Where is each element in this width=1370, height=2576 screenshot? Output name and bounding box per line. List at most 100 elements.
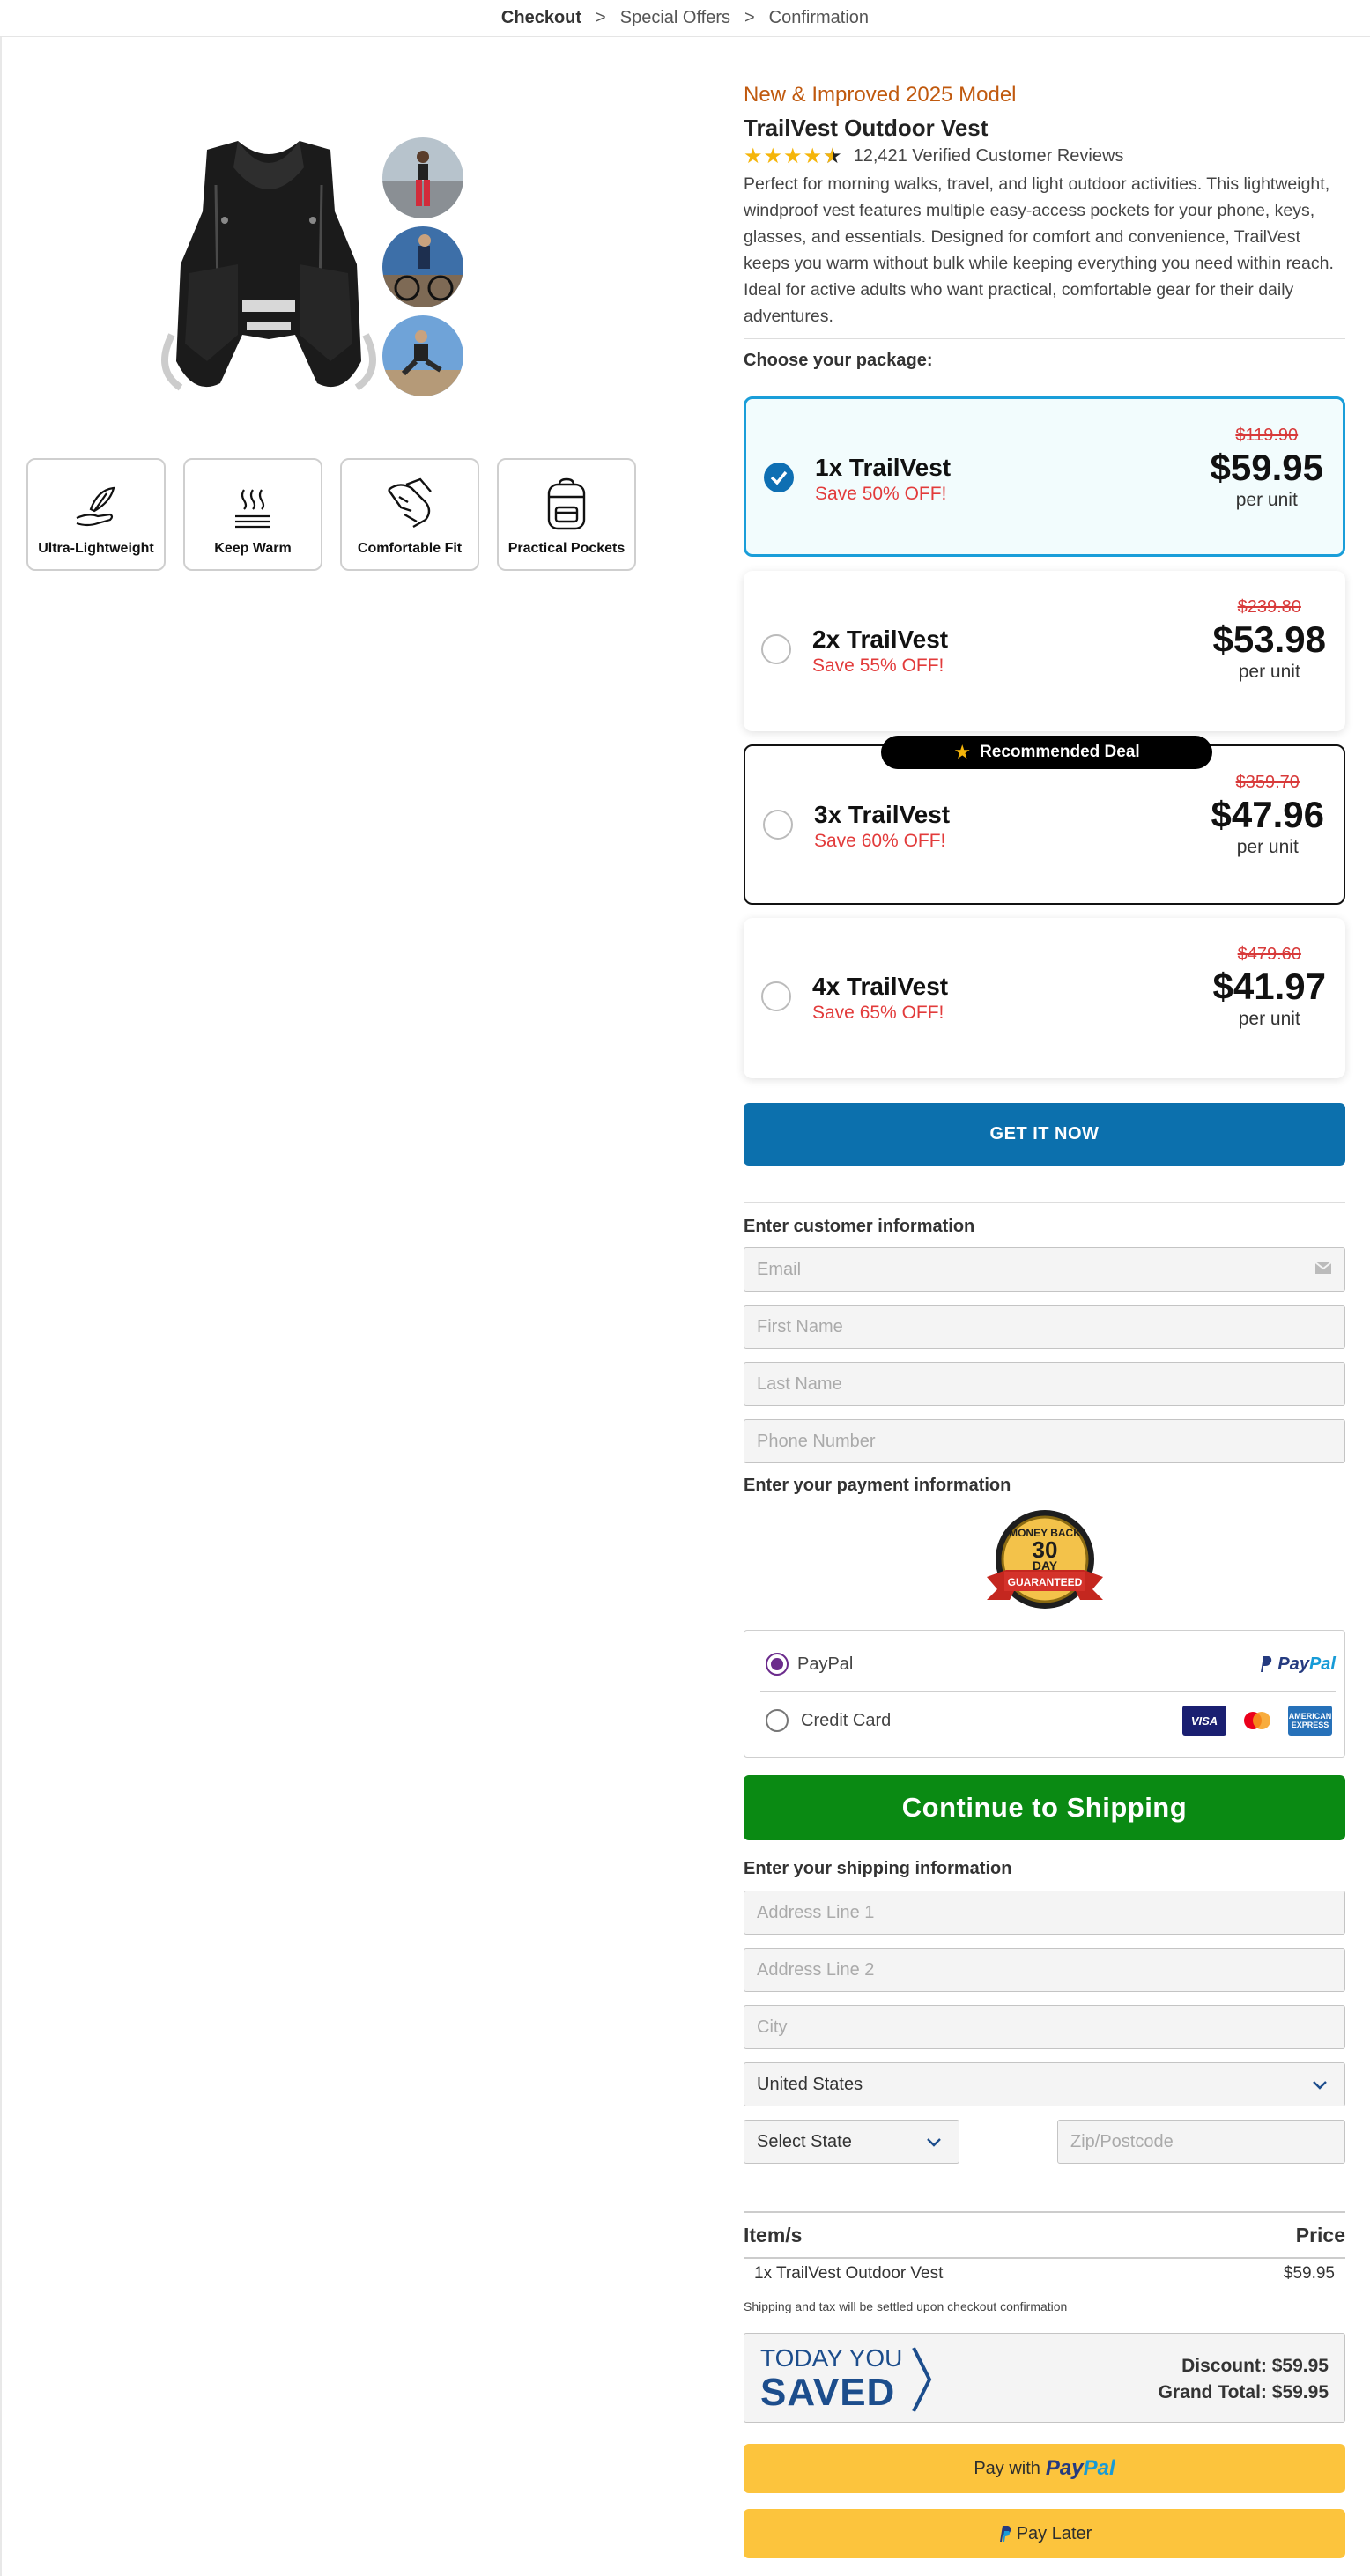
paypal-logo-pal: Pal [1083, 2456, 1115, 2480]
pay-later-label: Pay Later [1016, 2523, 1092, 2543]
product-title: TrailVest Outdoor Vest [744, 115, 989, 141]
breadcrumb: Checkout > Special Offers > Confirmation [0, 0, 1370, 37]
breadcrumb-separator: > [744, 8, 755, 27]
product-image[interactable] [154, 132, 383, 405]
breadcrumb-separator: > [596, 8, 606, 27]
review-count[interactable]: 12,421 Verified Customer Reviews [854, 146, 1124, 167]
address-line-1-field[interactable]: Address Line 1 [744, 1891, 1345, 1935]
recommended-label: Recommended Deal [980, 743, 1140, 761]
package-option-3x[interactable]: ★ Recommended Deal 3x TrailVest Save 60%… [744, 736, 1345, 905]
phone-field[interactable]: Phone Number [744, 1419, 1345, 1463]
paypal-logo-pal: Pal [1308, 1654, 1336, 1674]
first-name-field[interactable]: First Name [744, 1305, 1345, 1349]
breadcrumb-confirmation[interactable]: Confirmation [769, 8, 869, 28]
package-radio[interactable] [763, 810, 793, 840]
package-radio-checked[interactable] [764, 463, 794, 492]
city-placeholder: City [757, 2017, 788, 2037]
email-field[interactable]: Email [744, 1247, 1345, 1292]
pay-with-paypal-button[interactable]: Pay with PayPal [744, 2444, 1345, 2493]
payment-option-paypal[interactable]: PayPal PayPal [744, 1636, 1344, 1692]
package-option-2x[interactable]: 2x TrailVest Save 55% OFF! $239.80 $53.9… [744, 571, 1345, 731]
mail-icon [1314, 1262, 1332, 1274]
package-savings: Save 60% OFF! [814, 831, 946, 851]
feature-label: Ultra-Lightweight [38, 541, 154, 556]
grand-total-value: Grand Total: $59.95 [1158, 2382, 1329, 2402]
city-field[interactable]: City [744, 2005, 1345, 2049]
package-old-price: $359.70 [1235, 773, 1300, 792]
continue-to-shipping-button[interactable]: Continue to Shipping [744, 1775, 1345, 1840]
payment-info-heading: Enter your payment information [744, 1476, 1011, 1495]
feature-comfortable-fit: Comfortable Fit [340, 458, 479, 571]
order-summary-header: Item/s Price [744, 2211, 1345, 2259]
package-old-price: $479.60 [1237, 944, 1301, 964]
first-name-placeholder: First Name [757, 1316, 843, 1336]
credit-card-radio[interactable] [766, 1709, 789, 1732]
package-radio[interactable] [761, 634, 791, 664]
package-option-4x[interactable]: 4x TrailVest Save 65% OFF! $479.60 $41.9… [744, 918, 1345, 1078]
package-name: 3x TrailVest [814, 801, 951, 828]
package-option-1x[interactable]: 1x TrailVest Save 50% OFF! $119.90 $59.9… [744, 396, 1345, 557]
paypal-logo: PayPal [1258, 1654, 1336, 1675]
feature-ultra-lightweight: Ultra-Lightweight [26, 458, 166, 571]
country-select[interactable]: United States [744, 2062, 1345, 2106]
credit-card-label: Credit Card [801, 1710, 892, 1730]
package-radio[interactable] [761, 981, 791, 1011]
pay-with-label: Pay with [974, 2458, 1040, 2478]
package-savings: Save 55% OFF! [812, 655, 944, 676]
checkmark-icon [770, 470, 788, 485]
chevron-right-icon [912, 2347, 932, 2412]
state-value: Select State [757, 2131, 852, 2151]
package-name: 2x TrailVest [812, 625, 949, 653]
line-item-name: 1x TrailVest Outdoor Vest [754, 2264, 944, 2283]
zip-field[interactable]: Zip/Postcode [1057, 2120, 1345, 2164]
package-savings: Save 65% OFF! [812, 1003, 944, 1023]
customer-info-heading: Enter customer information [744, 1217, 975, 1236]
divider [744, 1202, 1345, 1203]
package-price: $53.98 [1212, 618, 1326, 660]
product-thumbnail-jumper[interactable] [382, 315, 463, 396]
feature-practical-pockets: Practical Pockets [497, 458, 636, 571]
star-icon: ★ [953, 741, 972, 763]
email-placeholder: Email [757, 1259, 802, 1279]
product-thumbnail-cyclist[interactable] [382, 226, 463, 307]
product-thumbnail-runner[interactable] [382, 137, 463, 218]
get-it-now-button[interactable]: GET IT NOW [744, 1103, 1345, 1166]
package-price: $59.95 [1210, 447, 1323, 488]
feature-label: Practical Pockets [507, 541, 626, 556]
last-name-field[interactable]: Last Name [744, 1362, 1345, 1406]
address-line-2-field[interactable]: Address Line 2 [744, 1948, 1345, 1992]
arm-flex-icon [388, 477, 432, 529]
order-line-item: 1x TrailVest Outdoor Vest $59.95 [744, 2264, 1345, 2284]
package-unit: per unit [1235, 490, 1298, 510]
package-name: 1x TrailVest [815, 454, 952, 481]
guarantee-ribbon-text: GUARANTEED [1008, 1576, 1083, 1588]
feature-keep-warm: Keep Warm [183, 458, 322, 571]
amex-icon: AMERICAN EXPRESS [1288, 1706, 1332, 1736]
package-price: $41.97 [1212, 966, 1326, 1007]
breadcrumb-special-offers[interactable]: Special Offers [620, 8, 730, 28]
state-select[interactable]: Select State [744, 2120, 959, 2164]
breadcrumb-checkout[interactable]: Checkout [501, 8, 581, 28]
paypal-pay-later-button[interactable]: Pay Later [744, 2509, 1345, 2558]
package-heading: Choose your package: [744, 351, 933, 370]
star-rating-icon: ★★★★★★ [744, 144, 843, 168]
new-model-badge: New & Improved 2025 Model [744, 83, 1017, 107]
paypal-label: PayPal [797, 1654, 854, 1674]
paypal-icon [999, 2526, 1011, 2542]
package-old-price: $239.80 [1237, 597, 1301, 617]
zip-placeholder: Zip/Postcode [1070, 2131, 1174, 2151]
paypal-radio[interactable] [766, 1653, 789, 1676]
feature-label: Keep Warm [214, 541, 292, 556]
payment-option-credit-card[interactable]: Credit Card VISA AMERICAN EXPRESS [744, 1692, 1344, 1749]
package-unit: per unit [1238, 662, 1300, 682]
paypal-icon [1261, 1656, 1272, 1672]
divider [744, 338, 1345, 339]
country-value: United States [757, 2074, 863, 2094]
line-item-price: $59.95 [1283, 2264, 1335, 2283]
package-name: 4x TrailVest [812, 973, 949, 1000]
money-back-guarantee-badge: MONEY BACK 30 DAY GUARANTEED [987, 1510, 1103, 1609]
summary-price-heading: Price [1295, 2223, 1345, 2247]
visa-icon: VISA [1182, 1706, 1226, 1736]
chevron-down-icon [1313, 2081, 1327, 2090]
last-name-placeholder: Last Name [757, 1373, 842, 1394]
